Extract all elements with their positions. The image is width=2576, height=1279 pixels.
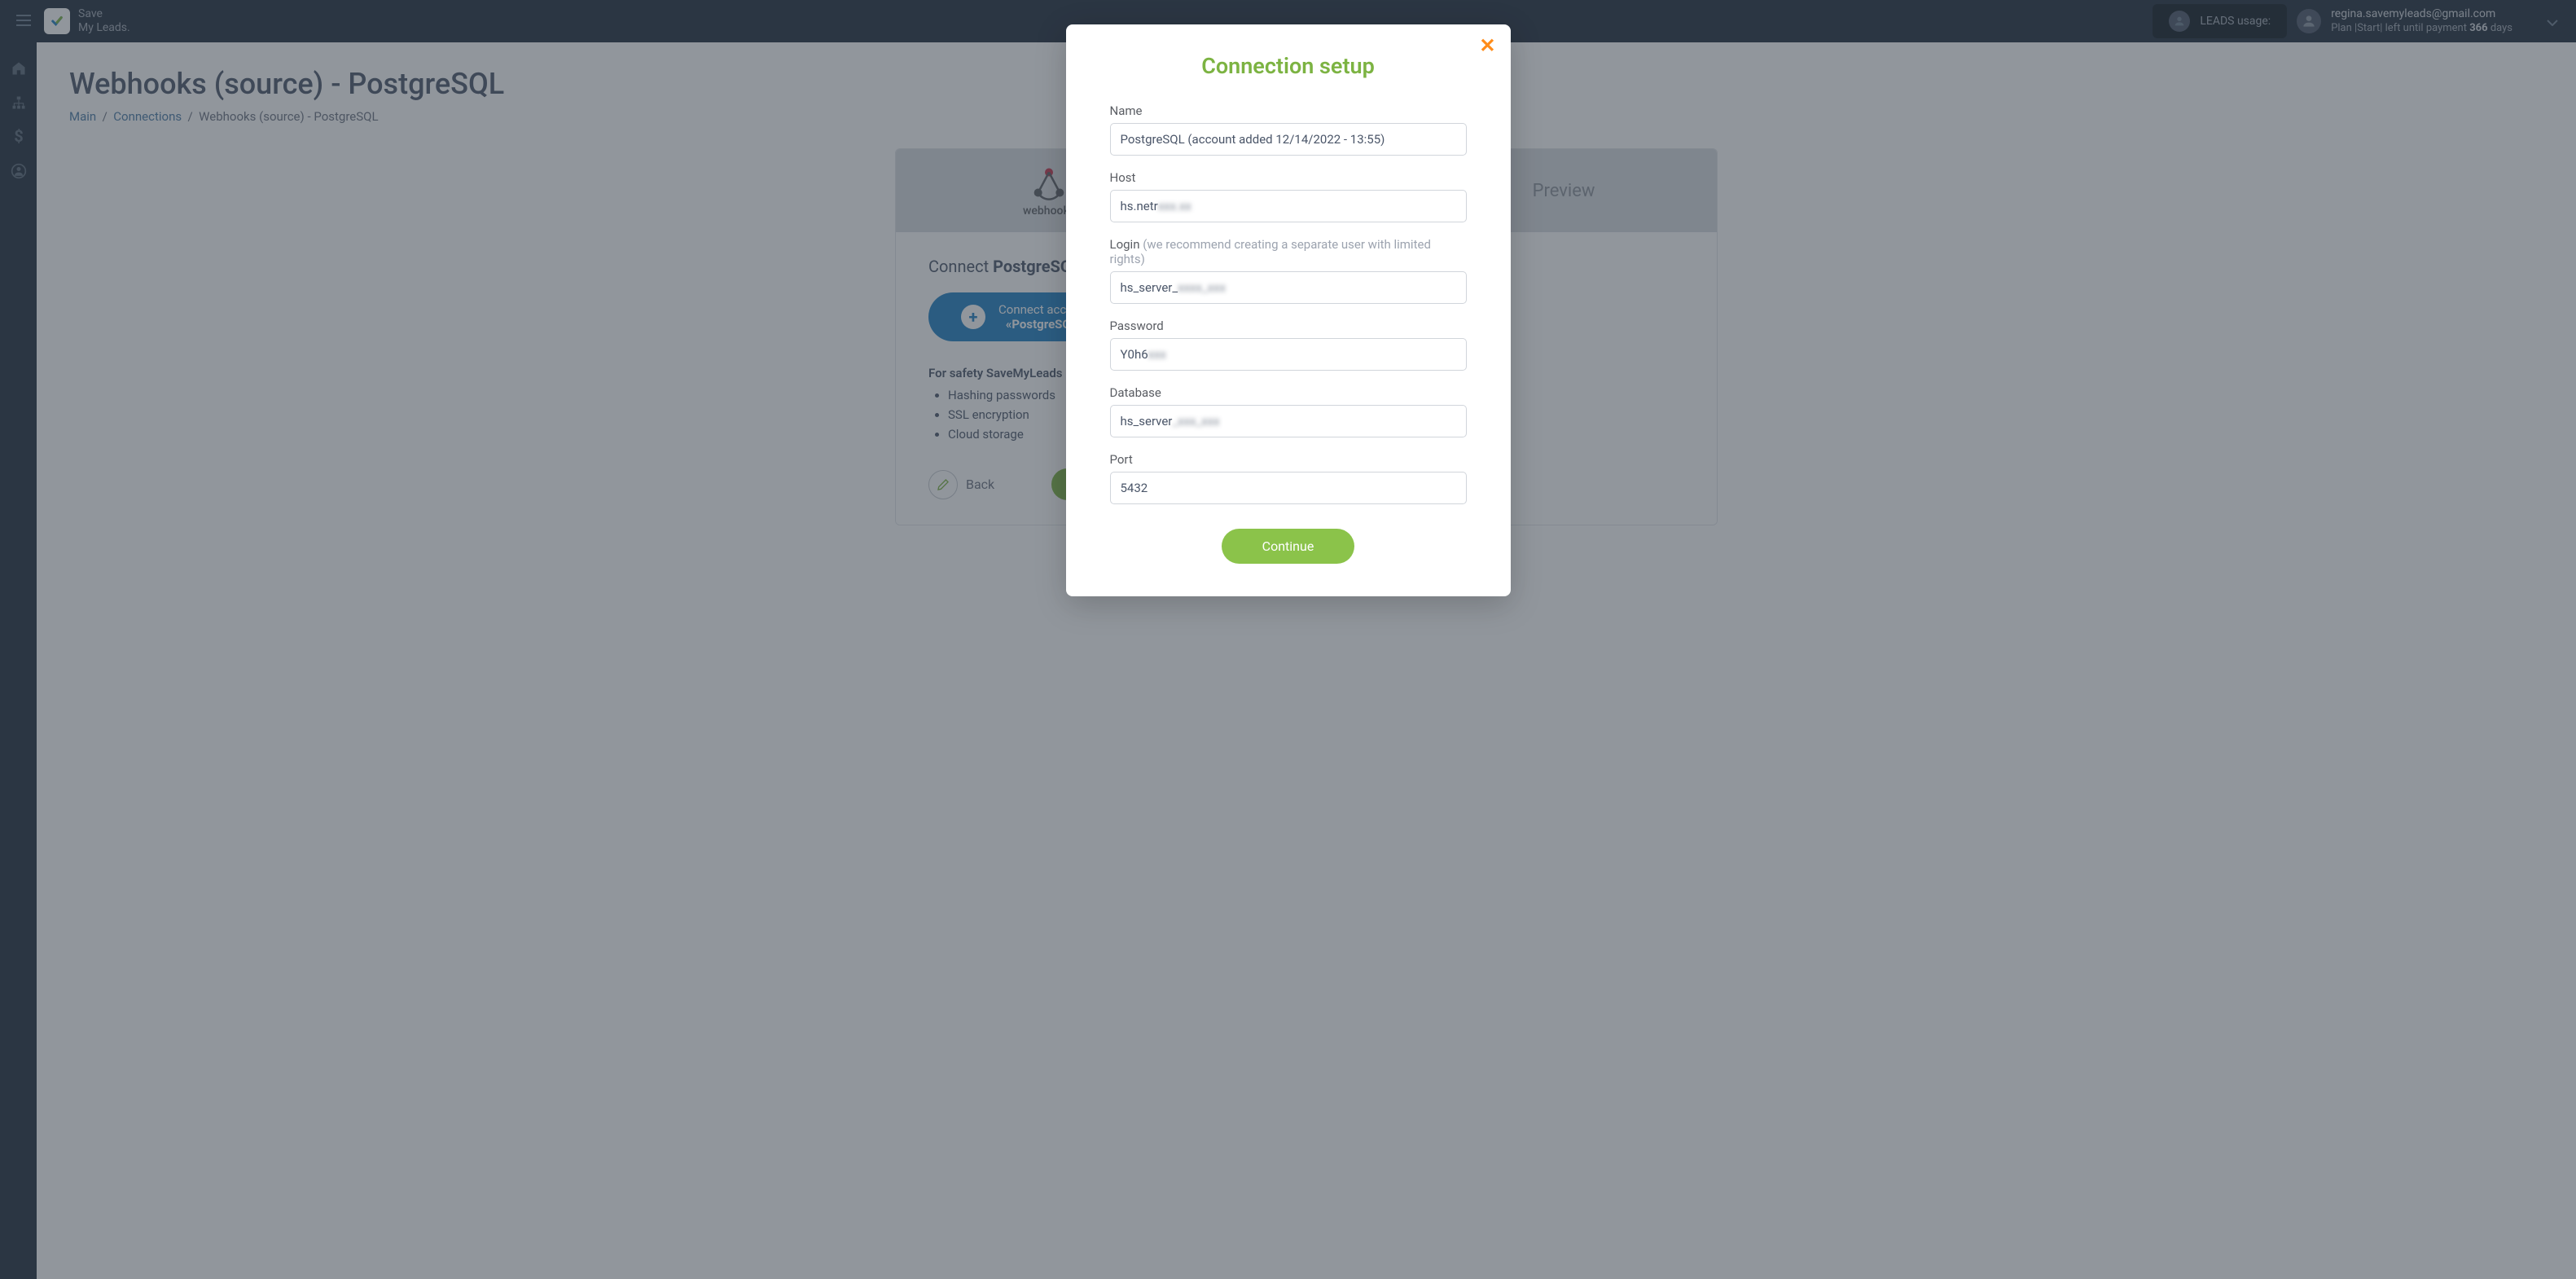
connection-setup-modal: ✕ Connection setup Name Host hs.netrxxx.… — [1066, 24, 1511, 596]
login-label: Login (we recommend creating a separate … — [1110, 237, 1467, 266]
password-input[interactable]: Y0h6xxx — [1110, 338, 1467, 371]
host-input[interactable]: hs.netrxxx.xx — [1110, 190, 1467, 222]
port-label: Port — [1110, 452, 1467, 467]
modal-continue-button[interactable]: Continue — [1222, 529, 1355, 564]
password-label: Password — [1110, 319, 1467, 333]
modal-title: Connection setup — [1110, 53, 1467, 79]
database-input[interactable]: hs_server_xxx_xxx — [1110, 405, 1467, 437]
modal-overlay[interactable]: ✕ Connection setup Name Host hs.netrxxx.… — [0, 0, 2576, 1279]
port-input[interactable] — [1110, 472, 1467, 504]
database-label: Database — [1110, 385, 1467, 400]
name-input[interactable] — [1110, 123, 1467, 156]
host-label: Host — [1110, 170, 1467, 185]
close-icon[interactable]: ✕ — [1479, 36, 1495, 55]
login-input[interactable]: hs_server_xxxx_xxx — [1110, 271, 1467, 304]
name-label: Name — [1110, 103, 1467, 118]
